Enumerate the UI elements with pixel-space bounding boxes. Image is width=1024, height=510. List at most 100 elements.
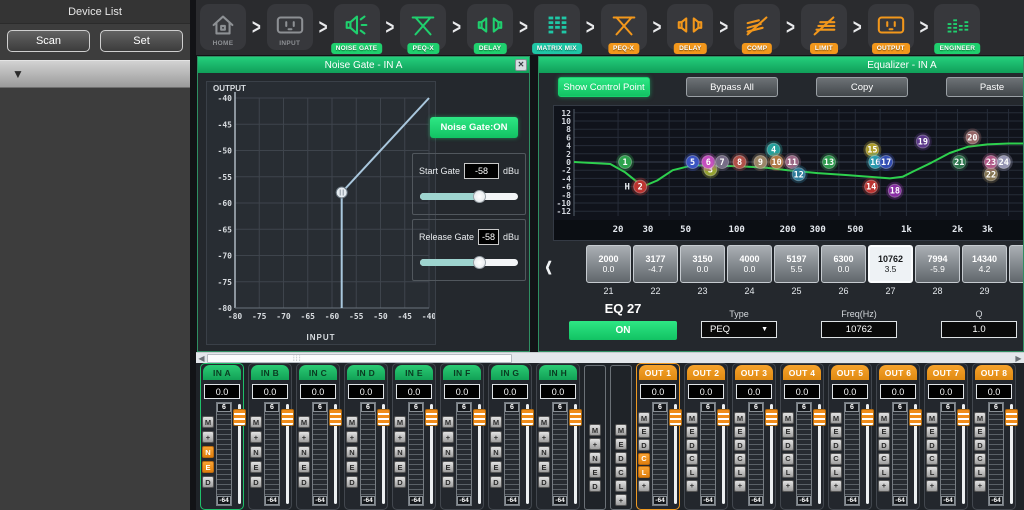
channel-gain-value[interactable]: 0.0 [492, 384, 528, 399]
channel-button-e[interactable]: E [538, 461, 550, 473]
gate-curve-plot[interactable]: -40-45-50-55-60-65-70-75-80-80-75-70-65-… [207, 82, 435, 344]
fader-handle[interactable] [765, 409, 778, 426]
channel-gain-value[interactable]: 0.0 [688, 384, 724, 399]
channel-button-d[interactable]: D [974, 439, 986, 451]
channel-gain-value[interactable]: 0.0 [640, 384, 676, 399]
fader-handle[interactable] [473, 409, 486, 426]
channel-gain-value[interactable]: 0.0 [976, 384, 1012, 399]
channel-button-e[interactable]: E [490, 461, 502, 473]
channel-button-c[interactable]: C [686, 453, 698, 465]
channel-button-n[interactable]: N [250, 446, 262, 458]
fader-handle[interactable] [569, 409, 582, 426]
toolbar-item-delay-out[interactable]: DELAY [667, 4, 713, 50]
q-input[interactable]: 1.0 [941, 321, 1017, 338]
eq-point-9[interactable]: 9 [751, 153, 769, 171]
fader-handle[interactable] [717, 409, 730, 426]
channel-button-+[interactable]: + [250, 431, 262, 443]
close-icon[interactable]: ✕ [515, 59, 527, 71]
channel-button-e[interactable]: E [394, 461, 406, 473]
fader-handle[interactable] [957, 409, 970, 426]
channel-button-n[interactable]: N [346, 446, 358, 458]
channel-gain-value[interactable]: 0.0 [396, 384, 432, 399]
band-cell-29[interactable]: 143404.2 [962, 245, 1007, 283]
channel-button-n[interactable]: N [538, 446, 550, 458]
channel-button-+[interactable]: + [830, 480, 842, 492]
fader-handle[interactable] [669, 409, 682, 426]
master-button-+[interactable]: + [589, 438, 601, 450]
eq-toolbar-show-control-point[interactable]: Show Control Point [558, 77, 650, 97]
eq-toolbar-paste[interactable]: Paste [946, 77, 1024, 97]
fader-handle[interactable] [281, 409, 294, 426]
channel-button-e[interactable]: E [298, 461, 310, 473]
channel-button-e[interactable]: E [250, 461, 262, 473]
channel-button-e[interactable]: E [878, 426, 890, 438]
channel-button-d[interactable]: D [250, 476, 262, 488]
master-button-l[interactable]: L [615, 480, 627, 492]
channel-button-d[interactable]: D [734, 439, 746, 451]
channel-button-l[interactable]: L [638, 466, 650, 478]
freq-input[interactable]: 10762 [821, 321, 897, 338]
channel-button-+[interactable]: + [298, 431, 310, 443]
channel-button-c[interactable]: C [974, 453, 986, 465]
eq-point-7[interactable]: 7 [713, 153, 731, 171]
channel-button-+[interactable]: + [686, 480, 698, 492]
eq-point-12[interactable]: 12 [790, 165, 808, 183]
type-dropdown[interactable]: PEQ ▼ [701, 321, 777, 338]
gate-threshold-point[interactable] [336, 187, 347, 198]
band-cell-23[interactable]: 31500.0 [680, 245, 725, 283]
fader-handle[interactable] [425, 409, 438, 426]
toolbar-item-matrix-mix[interactable]: MATRIX MIX [534, 4, 580, 50]
fader-handle[interactable] [1005, 409, 1018, 426]
channel-gain-value[interactable]: 0.0 [784, 384, 820, 399]
channel-button-d[interactable]: D [346, 476, 358, 488]
fader-handle[interactable] [861, 409, 874, 426]
eq-point-24[interactable]: 24 [995, 153, 1013, 171]
channel-button-m[interactable]: M [490, 416, 502, 428]
channel-button-d[interactable]: D [782, 439, 794, 451]
channel-gain-value[interactable]: 0.0 [736, 384, 772, 399]
eq-point-10[interactable]: 10 [768, 153, 786, 171]
release-gate-slider[interactable] [420, 259, 518, 266]
channel-button-d[interactable]: D [878, 439, 890, 451]
eq-on-button[interactable]: ON [569, 321, 677, 340]
toolbar-item-delay-in[interactable]: DELAY [467, 4, 513, 50]
eq-point-20[interactable]: 20 [963, 128, 981, 146]
fader-handle[interactable] [909, 409, 922, 426]
channel-button-d[interactable]: D [538, 476, 550, 488]
channel-button-m[interactable]: M [878, 412, 890, 424]
channel-button-e[interactable]: E [926, 426, 938, 438]
band-cell-24[interactable]: 40000.0 [727, 245, 772, 283]
channel-button-d[interactable]: D [202, 476, 214, 488]
start-gate-slider[interactable] [420, 193, 518, 200]
scan-button[interactable]: Scan [7, 30, 90, 52]
channel-button-n[interactable]: N [490, 446, 502, 458]
channel-button-+[interactable]: + [974, 480, 986, 492]
eq-point-21[interactable]: 21 [950, 153, 968, 171]
channel-button-l[interactable]: L [686, 466, 698, 478]
start-gate-slider-thumb[interactable] [473, 190, 486, 203]
fader-handle[interactable] [521, 409, 534, 426]
channel-button-n[interactable]: N [394, 446, 406, 458]
toolbar-item-engineer[interactable]: ENGINEER [934, 4, 980, 50]
channel-button-+[interactable]: + [346, 431, 358, 443]
master-button-e[interactable]: E [589, 466, 601, 478]
toolbar-item-output[interactable]: OUTPUT [868, 4, 914, 50]
master-button-d[interactable]: D [589, 480, 601, 492]
fader-handle[interactable] [813, 409, 826, 426]
eq-response-plot[interactable]: 121086420-2-4-6-8-10-1220305010020030050… [554, 106, 1024, 240]
master-button-m[interactable]: M [589, 424, 601, 436]
channel-button-d[interactable]: D [298, 476, 310, 488]
device-dropdown[interactable]: ▼ [0, 60, 190, 88]
channel-button-m[interactable]: M [346, 416, 358, 428]
eq-point-8[interactable]: 8 [731, 153, 749, 171]
channel-button-c[interactable]: C [638, 453, 650, 465]
channel-button-m[interactable]: M [394, 416, 406, 428]
channel-button-m[interactable]: M [734, 412, 746, 424]
channel-gain-value[interactable]: 0.0 [928, 384, 964, 399]
eq-point-14[interactable]: 14 [862, 178, 880, 196]
eq-point-17[interactable]: 17 [877, 153, 895, 171]
channel-button-e[interactable]: E [442, 461, 454, 473]
channel-button-l[interactable]: L [734, 466, 746, 478]
channel-button-d[interactable]: D [638, 439, 650, 451]
master-button-m[interactable]: M [615, 424, 627, 436]
